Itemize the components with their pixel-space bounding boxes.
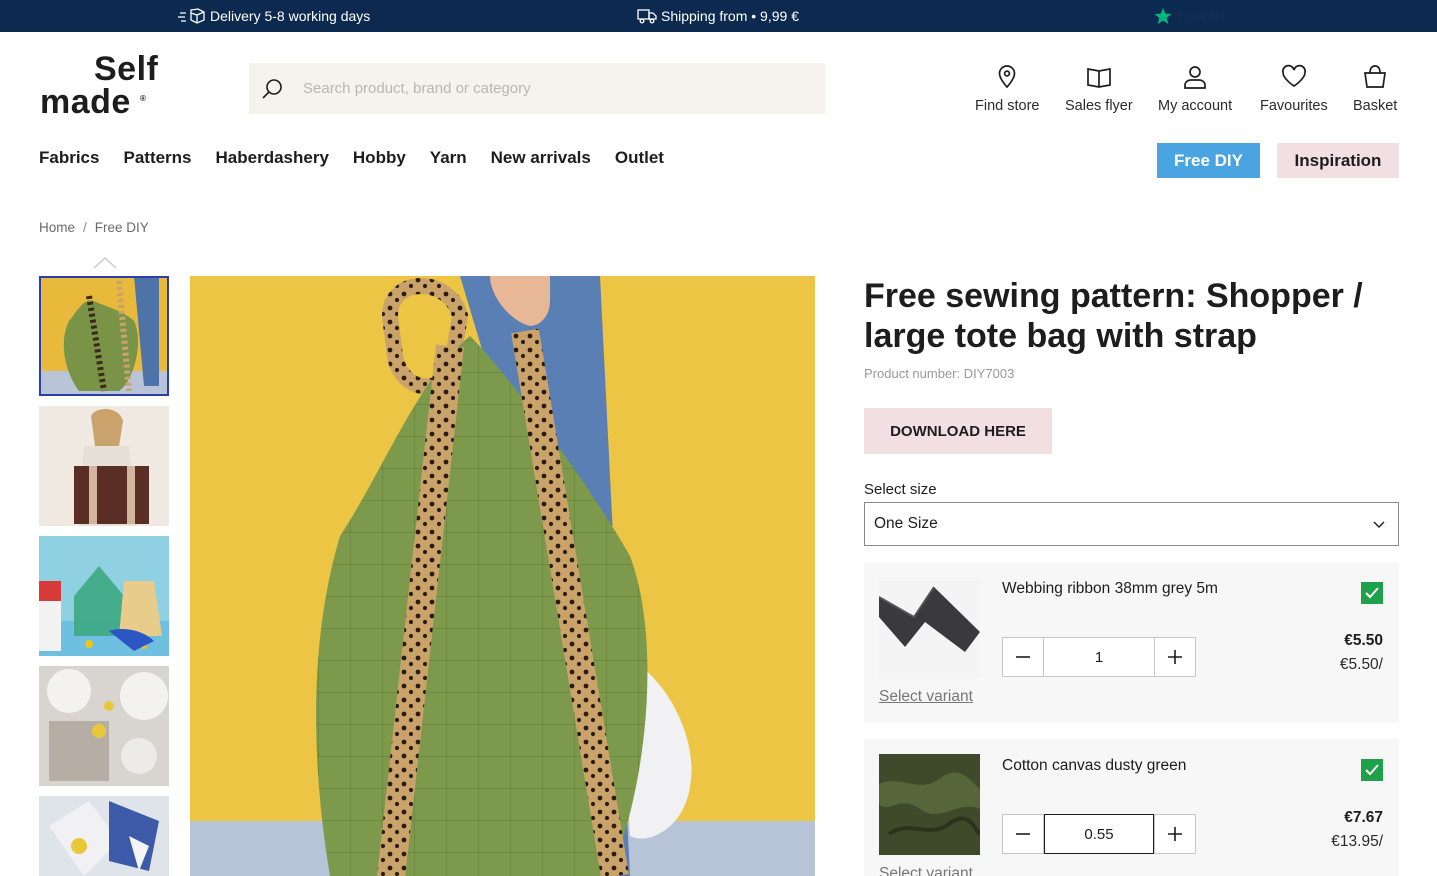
inspiration-button[interactable]: Inspiration (1277, 143, 1399, 178)
breadcrumb: Home / Free DIY (39, 220, 149, 235)
trustpilot-text: Trustpilot (1176, 9, 1225, 23)
minus-icon (1016, 833, 1030, 835)
thumbnail-scroll-up-icon[interactable] (93, 256, 117, 274)
material-price: €5.50 (1344, 632, 1383, 649)
breadcrumb-separator: / (83, 220, 87, 235)
my-account-link[interactable]: My account (1158, 64, 1232, 114)
sales-flyer-link[interactable]: Sales flyer (1065, 64, 1133, 114)
logo-line1: Self (94, 50, 159, 88)
logo-line2: made (40, 83, 131, 121)
shipping-text: Shipping from • 9,99 € (661, 8, 799, 24)
material-image (879, 754, 980, 855)
thumbnail-4[interactable] (39, 666, 169, 786)
free-diy-button[interactable]: Free DIY (1157, 143, 1260, 178)
heart-icon (1281, 64, 1306, 88)
size-select-value: One Size (874, 515, 938, 532)
user-icon (1184, 66, 1206, 89)
breadcrumb-current[interactable]: Free DIY (95, 220, 149, 235)
material-card: Cotton canvas dusty green 0.55 €7.67 €13… (864, 739, 1399, 876)
thumbnail-1[interactable] (39, 276, 169, 396)
favourites-link[interactable]: Favourites (1260, 64, 1328, 114)
increase-button[interactable] (1154, 814, 1196, 854)
decrease-button[interactable] (1002, 814, 1044, 854)
material-unit-price: €5.50/ (1339, 656, 1383, 673)
material-price: €7.67 (1344, 809, 1383, 826)
plus-icon (1168, 650, 1182, 664)
search-bar (249, 63, 825, 114)
star-icon (1154, 7, 1172, 25)
thumbnail-2[interactable] (39, 406, 169, 526)
chevron-down-icon (1372, 517, 1386, 536)
basket-link[interactable]: Basket (1353, 64, 1397, 114)
find-store-label: Find store (975, 98, 1040, 114)
download-button[interactable]: DOWNLOAD HERE (864, 408, 1052, 454)
quantity-input[interactable]: 0.55 (1044, 814, 1154, 854)
product-title: Free sewing pattern: Shopper / large tot… (864, 277, 1363, 355)
nav-item-fabrics[interactable]: Fabrics (39, 148, 99, 168)
nav-item-outlet[interactable]: Outlet (615, 148, 664, 168)
nav-item-patterns[interactable]: Patterns (123, 148, 191, 168)
quantity-input[interactable]: 1 (1044, 637, 1154, 677)
logo-registered: ® (140, 94, 147, 103)
sales-flyer-label: Sales flyer (1065, 98, 1133, 114)
select-variant-link[interactable]: Select variant (879, 865, 973, 876)
product-number: Product number: DIY7003 (864, 366, 1015, 381)
quantity-stepper: 0.55 (1002, 814, 1196, 854)
search-icon[interactable] (260, 77, 284, 101)
my-account-label: My account (1158, 98, 1233, 114)
trustpilot-badge[interactable]: Trustpilot (1154, 0, 1225, 32)
minus-icon (1016, 656, 1030, 658)
main-nav: Fabrics Patterns Haberdashery Hobby Yarn… (39, 148, 664, 168)
select-variant-link[interactable]: Select variant (879, 688, 973, 706)
material-image (879, 577, 980, 678)
main-product-image[interactable] (190, 276, 815, 876)
nav-item-new-arrivals[interactable]: New arrivals (491, 148, 591, 168)
find-store-link[interactable]: Find store (975, 64, 1039, 114)
nav-item-haberdashery[interactable]: Haberdashery (216, 148, 329, 168)
plus-icon (1168, 827, 1182, 841)
book-icon (1086, 67, 1111, 88)
search-input[interactable] (303, 80, 783, 97)
location-pin-icon (998, 65, 1016, 89)
favourites-label: Favourites (1260, 98, 1328, 114)
material-name: Webbing ribbon 38mm grey 5m (1002, 580, 1218, 597)
breadcrumb-home[interactable]: Home (39, 220, 75, 235)
announcement-bar: Delivery 5-8 working days Shipping from … (0, 0, 1437, 32)
decrease-button[interactable] (1002, 637, 1044, 677)
quantity-stepper: 1 (1002, 637, 1196, 677)
shipping-truck-icon (637, 8, 657, 24)
nav-item-hobby[interactable]: Hobby (353, 148, 406, 168)
checkbox-checked-icon[interactable] (1361, 759, 1383, 781)
material-unit-price: €13.95/ (1331, 833, 1383, 850)
basket-icon (1364, 65, 1387, 88)
increase-button[interactable] (1154, 637, 1196, 677)
checkbox-checked-icon[interactable] (1361, 582, 1383, 604)
delivery-text: Delivery 5-8 working days (210, 8, 371, 24)
delivery-truck-icon (178, 8, 206, 24)
basket-label: Basket (1353, 98, 1398, 114)
material-name: Cotton canvas dusty green (1002, 757, 1187, 774)
delivery-info: Delivery 5-8 working days (178, 0, 370, 32)
size-select[interactable]: One Size (864, 502, 1399, 546)
logo[interactable]: Self made ® (40, 50, 170, 121)
nav-item-yarn[interactable]: Yarn (430, 148, 467, 168)
size-label: Select size (864, 481, 937, 498)
thumbnail-5[interactable] (39, 796, 169, 876)
material-card: Webbing ribbon 38mm grey 5m 1 €5.50 €5.5… (864, 562, 1399, 722)
thumbnail-3[interactable] (39, 536, 169, 656)
shipping-info: Shipping from • 9,99 € (637, 0, 799, 32)
